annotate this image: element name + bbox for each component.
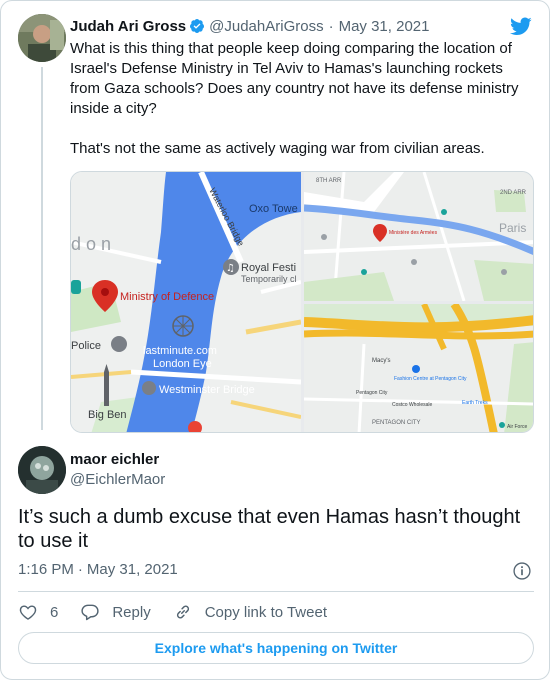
actions-divider bbox=[18, 591, 534, 592]
label-pentagon-city-station: Pentagon City bbox=[356, 390, 388, 396]
reply-author-handle[interactable]: @EichlerMaor bbox=[70, 470, 165, 490]
label-pentagon-city: PENTAGON CITY bbox=[372, 420, 421, 426]
label-8th-arr: 8TH ARR bbox=[316, 178, 342, 184]
timestamp-separator: · bbox=[77, 561, 83, 578]
map-london-image[interactable]: Oxo Towe Waterloo Bridge d o n ♫ Royal F… bbox=[71, 172, 301, 432]
reply-button[interactable]: Reply bbox=[80, 602, 151, 622]
label-2nd-arr: 2ND ARR bbox=[500, 190, 527, 196]
reply-label: Reply bbox=[112, 603, 151, 621]
reply-bubble-icon bbox=[81, 604, 99, 621]
like-count: 6 bbox=[50, 603, 59, 621]
label-lastminute: lastminute.com bbox=[143, 345, 217, 357]
action-bar: 6 Reply Copy link to Tweet bbox=[18, 601, 349, 623]
verified-badge-icon bbox=[190, 19, 205, 33]
label-london-eye: London Eye bbox=[153, 358, 212, 370]
tweet-embed-card: Judah Ari Gross @JudahAriGross · May 31,… bbox=[0, 0, 550, 680]
label-earth-treks: Earth Treks bbox=[462, 400, 488, 406]
quoted-paragraph-2: That's not the same as actively waging w… bbox=[70, 140, 485, 157]
svg-text:♫: ♫ bbox=[226, 263, 235, 274]
label-paris: Paris bbox=[499, 221, 526, 235]
info-icon[interactable] bbox=[512, 561, 532, 581]
copy-link-button[interactable]: Copy link to Tweet bbox=[173, 602, 327, 622]
thread-connector-line bbox=[41, 67, 43, 430]
quoted-tweet-text: What is this thing that people keep doin… bbox=[70, 39, 532, 159]
label-fashion-centre: Fashion Centre at Pentagon City bbox=[394, 376, 467, 382]
label-oxo-tower: Oxo Towe bbox=[249, 203, 298, 215]
label-ministere-armees: Ministère des Armées bbox=[389, 230, 438, 236]
header-separator: · bbox=[328, 17, 334, 35]
label-temporarily-closed: Temporarily cl bbox=[241, 274, 297, 284]
reply-time: 1:16 PM bbox=[18, 561, 74, 578]
label-westminster-bridge: Westminster Bridge bbox=[159, 384, 255, 396]
quoted-author-handle[interactable]: @JudahAriGross bbox=[209, 18, 323, 35]
map-paris-image[interactable]: 8TH ARR 2ND ARR Paris Ministère des Armé… bbox=[304, 172, 533, 301]
label-air-force: Air Force bbox=[507, 424, 528, 430]
copy-link-label: Copy link to Tweet bbox=[204, 603, 327, 621]
twitter-bird-icon[interactable] bbox=[509, 15, 533, 37]
explore-twitter-button[interactable]: Explore what's happening on Twitter bbox=[18, 632, 534, 664]
quoted-author-avatar[interactable] bbox=[18, 14, 66, 62]
label-costco: Costco Wholesale bbox=[392, 402, 433, 408]
map-pentagon-image[interactable]: Macy's Fashion Centre at Pentagon City P… bbox=[304, 304, 533, 432]
label-london: d o n bbox=[71, 234, 111, 254]
link-icon bbox=[176, 605, 189, 619]
reply-author-avatar[interactable] bbox=[18, 446, 66, 494]
reply-author-name[interactable]: maor eichler bbox=[70, 450, 159, 470]
reply-timestamp[interactable]: 1:16 PM · May 31, 2021 bbox=[18, 561, 178, 578]
reply-text: It’s such a dumb excuse that even Hamas … bbox=[18, 506, 521, 552]
quoted-tweet-media[interactable]: Oxo Towe Waterloo Bridge d o n ♫ Royal F… bbox=[70, 171, 534, 433]
like-button[interactable]: 6 bbox=[18, 602, 58, 622]
reply-date: May 31, 2021 bbox=[86, 561, 178, 578]
label-macys: Macy's bbox=[372, 358, 390, 364]
quoted-tweet-date[interactable]: May 31, 2021 bbox=[339, 18, 430, 35]
quoted-tweet-header: Judah Ari Gross @JudahAriGross · May 31,… bbox=[70, 15, 429, 37]
quoted-paragraph-1: What is this thing that people keep doin… bbox=[70, 40, 519, 117]
label-big-ben: Big Ben bbox=[88, 409, 127, 421]
label-royal-festival: Royal Festi bbox=[241, 262, 296, 274]
label-police: Police bbox=[71, 340, 101, 352]
label-ministry-of-defence: Ministry of Defence bbox=[120, 291, 214, 303]
quoted-author-name[interactable]: Judah Ari Gross bbox=[70, 18, 186, 35]
heart-icon bbox=[19, 605, 37, 620]
